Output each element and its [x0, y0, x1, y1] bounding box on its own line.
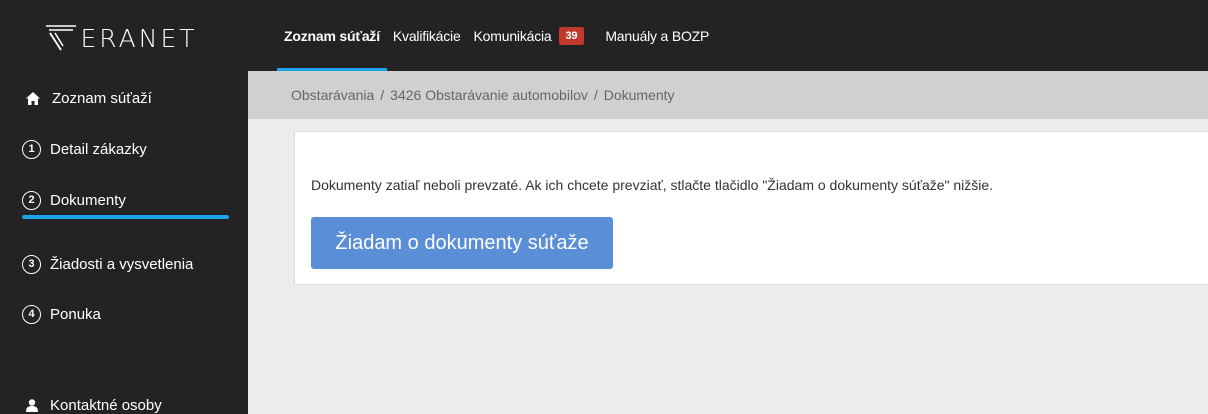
breadcrumb-item-obstaravania[interactable]: Obstarávania: [291, 87, 374, 103]
top-navbar: Zoznam súťaží Kvalifikácie Komunikácia 3…: [248, 0, 1208, 71]
tab-label: Kvalifikácie: [392, 27, 461, 44]
sidebar-item-label: Kontaktné osoby: [50, 396, 162, 414]
sidebar-item-ziadosti[interactable]: 3 Žiadosti a vysvetlenia: [0, 252, 248, 276]
documents-panel: Dokumenty zatiaľ neboli prevzaté. Ak ich…: [294, 131, 1208, 285]
sidebar-item-zoznam-sutazi[interactable]: Zoznam súťaží: [0, 86, 248, 110]
sidebar-item-kontaktne-osoby[interactable]: Kontaktné osoby: [0, 393, 248, 414]
breadcrumb-separator: /: [593, 87, 598, 103]
tab-komunikacia[interactable]: Komunikácia 39: [474, 0, 585, 71]
sidebar-item-ponuka[interactable]: 4 Ponuka: [0, 302, 248, 326]
unread-count-badge: 39: [558, 26, 585, 45]
sidebar-item-label: Detail zákazky: [50, 140, 147, 158]
logo-mark-icon: [46, 25, 77, 51]
tab-kvalifikacie[interactable]: Kvalifikácie: [393, 0, 461, 71]
tab-label: Zoznam súťaží: [284, 27, 380, 44]
step-number-badge: 4: [22, 304, 41, 324]
breadcrumb: Obstarávania / 3426 Obstarávanie automob…: [248, 71, 1208, 119]
breadcrumb-item-current: Dokumenty: [603, 87, 675, 103]
tab-label: Manuály a BOZP: [605, 27, 710, 44]
breadcrumb-item-obstaravanie[interactable]: 3426 Obstarávanie automobilov: [390, 87, 588, 103]
request-documents-button[interactable]: Žiadam o dokumenty súťaže: [311, 217, 613, 269]
sidebar-item-dokumenty[interactable]: 2 Dokumenty: [0, 188, 248, 212]
sidebar-item-label: Ponuka: [50, 305, 101, 323]
tab-label: Komunikácia: [473, 27, 552, 44]
step-number-badge: 3: [22, 254, 41, 274]
sidebar-item-label: Žiadosti a vysvetlenia: [50, 255, 194, 273]
info-message: Dokumenty zatiaľ neboli prevzaté. Ak ich…: [311, 177, 994, 193]
sidebar: ERANET Zoznam súťaží 1 Detail zákazky 2 …: [0, 0, 248, 414]
home-icon: [26, 91, 40, 105]
sidebar-item-label: Zoznam súťaží: [52, 89, 152, 107]
tab-manualy-bozp[interactable]: Manuály a BOZP: [605, 0, 709, 71]
sidebar-item-label: Dokumenty: [50, 191, 126, 209]
user-icon: [26, 398, 38, 412]
step-number-badge: 1: [22, 139, 41, 159]
active-indicator: [22, 215, 229, 219]
tab-zoznam-sutazi[interactable]: Zoznam súťaží: [277, 0, 387, 71]
step-number-badge: 2: [22, 190, 41, 210]
sidebar-item-detail-zakazky[interactable]: 1 Detail zákazky: [0, 137, 248, 161]
logo[interactable]: ERANET: [0, 0, 248, 76]
logo-text: ERANET: [80, 23, 198, 53]
breadcrumb-separator: /: [380, 87, 385, 103]
